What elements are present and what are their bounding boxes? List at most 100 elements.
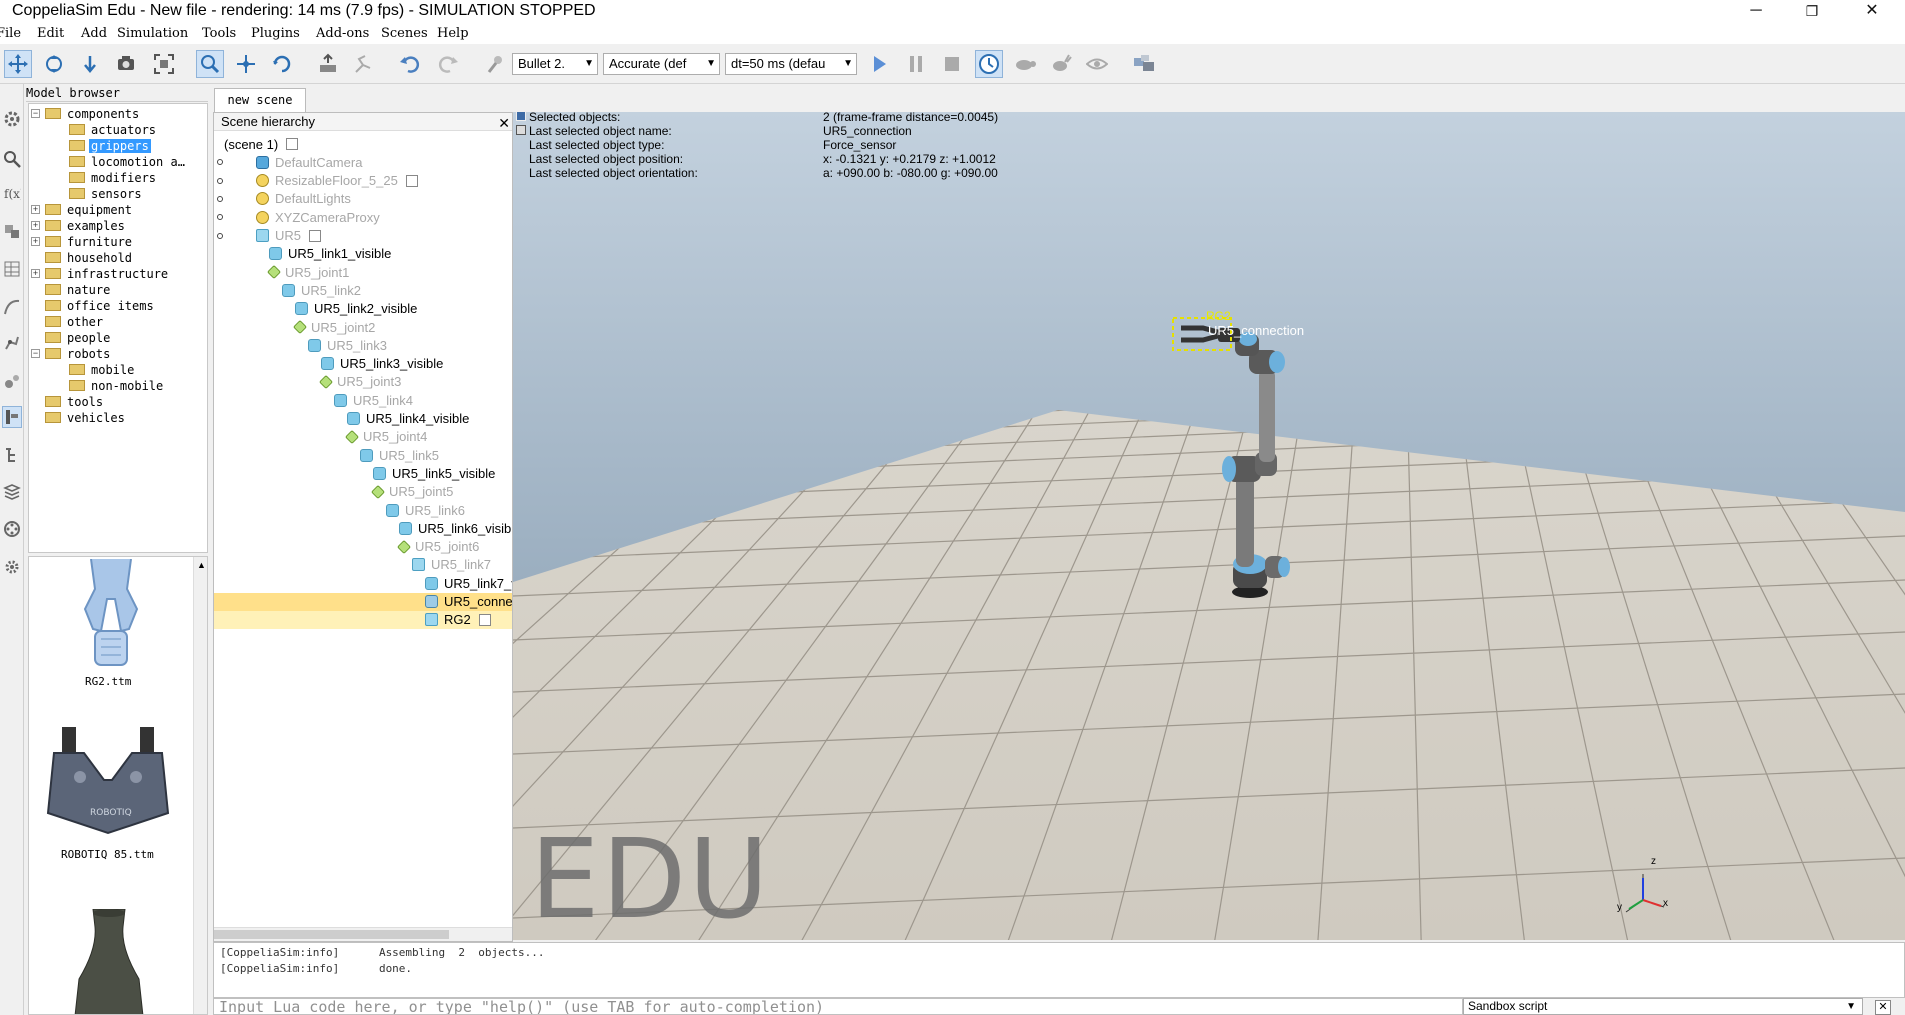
fit-to-view-icon[interactable] — [150, 50, 178, 78]
hierarchy-row[interactable]: UR5_connecti — [214, 592, 512, 611]
model-folder-modifiers[interactable]: modifiers — [69, 170, 158, 185]
menu-scenes[interactable]: Scenes — [381, 26, 428, 41]
script-icon[interactable] — [309, 229, 322, 242]
model-folder-grippers[interactable]: grippers — [69, 138, 151, 153]
lua-command-input[interactable]: Input Lua code here, or type "help()" (u… — [213, 998, 1463, 1015]
hierarchy-row[interactable]: UR5_link6_visible — [214, 519, 512, 537]
hierarchy-row[interactable]: UR5_link3 — [214, 336, 389, 354]
hierarchy-row[interactable]: UR5_link5 — [214, 446, 441, 464]
menu-addons[interactable]: Add-ons — [316, 26, 369, 41]
tree-expander[interactable]: + — [31, 205, 40, 214]
calculation-icon[interactable]: f(x) — [2, 182, 22, 204]
model-folder-examples[interactable]: examples — [45, 218, 127, 233]
hierarchy-row[interactable]: UR5_link3_visible — [214, 355, 445, 373]
model-folder-vehicles[interactable]: vehicles — [45, 410, 127, 425]
hierarchy-row[interactable]: DefaultCamera — [214, 153, 364, 171]
video-recorder-icon[interactable] — [2, 518, 22, 540]
info-expand-icon[interactable] — [516, 125, 526, 135]
timestep-select[interactable]: dt=50 ms (defau ▼ — [725, 53, 857, 75]
menu-simulation[interactable]: Simulation — [117, 26, 188, 41]
close-icon[interactable]: ✕ — [498, 114, 510, 132]
start-simulation-icon[interactable] — [865, 50, 893, 78]
hierarchy-row[interactable]: (scene 1) — [214, 135, 299, 153]
tree-expander[interactable]: + — [31, 269, 40, 278]
model-folder-office-items[interactable]: office items — [45, 298, 156, 313]
scene-hierarchy-icon[interactable] — [2, 444, 22, 466]
scroll-up-icon[interactable]: ▲ — [197, 560, 206, 570]
close-button[interactable]: ✕ — [1849, 0, 1895, 24]
visibility-toggle-icon[interactable] — [217, 214, 223, 221]
script-icon[interactable] — [286, 138, 299, 150]
menu-help[interactable]: Help — [437, 26, 469, 41]
model-folder-infrastructure[interactable]: infrastructure — [45, 266, 170, 281]
hierarchy-row[interactable]: UR5_link2_visible — [214, 300, 419, 318]
visibility-toggle-icon[interactable] — [217, 177, 223, 184]
hierarchy-row[interactable]: UR5_link6 — [214, 501, 467, 519]
sandbox-script-select[interactable]: Sandbox script ▼ — [1463, 998, 1863, 1015]
script-icon[interactable] — [405, 174, 418, 187]
script-icon[interactable] — [478, 613, 491, 626]
table-icon[interactable] — [2, 258, 22, 280]
menu-tools[interactable]: Tools — [202, 26, 236, 41]
visibility-toggle-icon[interactable] — [217, 159, 223, 166]
hierarchy-row[interactable]: UR5_link1_visible — [214, 245, 393, 263]
tree-expander[interactable]: + — [31, 237, 40, 246]
model-browser-icon[interactable] — [2, 406, 22, 428]
hierarchy-row[interactable]: UR5_link7_vis — [214, 574, 512, 592]
visibility-toggle-icon[interactable] — [217, 195, 223, 202]
speed-up-icon[interactable] — [1047, 50, 1075, 78]
accuracy-select[interactable]: Accurate (def ▼ — [603, 53, 720, 75]
stop-simulation-icon[interactable] — [938, 50, 966, 78]
undo-icon[interactable] — [396, 50, 424, 78]
hierarchy-row[interactable]: RG2 — [214, 610, 512, 629]
camera-pan-icon[interactable] — [4, 50, 32, 78]
hierarchy-row[interactable]: UR5_joint5 — [214, 483, 455, 501]
hierarchy-row[interactable]: UR5_joint2 — [214, 318, 377, 336]
hierarchy-row[interactable]: UR5_link4 — [214, 391, 415, 409]
model-folder-nature[interactable]: nature — [45, 282, 112, 297]
hierarchy-row[interactable]: UR5_link4_visible — [214, 410, 471, 428]
model-folder-people[interactable]: people — [45, 330, 112, 345]
assemble-icon[interactable] — [314, 50, 342, 78]
visibility-toggle-icon[interactable] — [217, 232, 223, 239]
tree-expander[interactable]: − — [31, 109, 40, 118]
visualization-toggle-icon[interactable] — [1083, 50, 1111, 78]
info-toggle-icon[interactable] — [516, 112, 526, 121]
close-icon[interactable]: ✕ — [1875, 1000, 1891, 1015]
hierarchy-row[interactable]: ResizableFloor_5_25 — [214, 172, 418, 190]
kinematics-icon[interactable] — [2, 332, 22, 354]
scrollbar-thumb[interactable] — [214, 930, 449, 939]
camera-rotate-icon[interactable] — [40, 50, 68, 78]
model-folder-sensors[interactable]: sensors — [69, 186, 144, 201]
hierarchy-row[interactable]: UR5_joint6 — [214, 538, 481, 556]
real-time-icon[interactable] — [975, 50, 1003, 78]
tree-expander[interactable]: + — [31, 221, 40, 230]
thumbnail-scrollbar[interactable]: ▲ — [193, 557, 207, 1014]
menu-file[interactable]: File — [0, 26, 21, 41]
transfer-dna-icon[interactable] — [350, 50, 378, 78]
dynamics-toggle-icon[interactable] — [482, 50, 510, 78]
model-folder-mobile[interactable]: mobile — [69, 362, 136, 377]
menu-edit[interactable]: Edit — [37, 26, 64, 41]
settings-icon[interactable] — [2, 556, 22, 578]
hierarchy-row[interactable]: UR5_joint1 — [214, 263, 351, 281]
hierarchy-row[interactable]: DefaultLights — [214, 190, 353, 208]
pause-simulation-icon[interactable] — [902, 50, 930, 78]
model-folder-household[interactable]: household — [45, 250, 134, 265]
model-folder-other[interactable]: other — [45, 314, 105, 329]
model-folder-furniture[interactable]: furniture — [45, 234, 134, 249]
physics-engine-select[interactable]: Bullet 2. ▼ — [512, 53, 598, 75]
restore-button[interactable]: ❐ — [1789, 0, 1835, 24]
camera-shift-icon[interactable] — [76, 50, 104, 78]
object-shift-icon[interactable] — [232, 50, 260, 78]
robotiq-gripper-thumbnail[interactable]: ROBOTIQ — [44, 725, 174, 840]
hierarchy-row[interactable]: UR5_link5_visible — [214, 464, 497, 482]
model-folder-non-mobile[interactable]: non-mobile — [69, 378, 165, 393]
hierarchy-row[interactable]: UR5_joint4 — [214, 428, 429, 446]
page-selector-icon[interactable] — [1130, 50, 1158, 78]
model-folder-components[interactable]: components — [45, 106, 141, 121]
path-icon[interactable] — [2, 296, 22, 318]
model-folder-robots[interactable]: robots — [45, 346, 112, 361]
hierarchy-row[interactable]: UR5_link2 — [214, 281, 363, 299]
rg2-gripper-thumbnail[interactable] — [71, 559, 151, 669]
